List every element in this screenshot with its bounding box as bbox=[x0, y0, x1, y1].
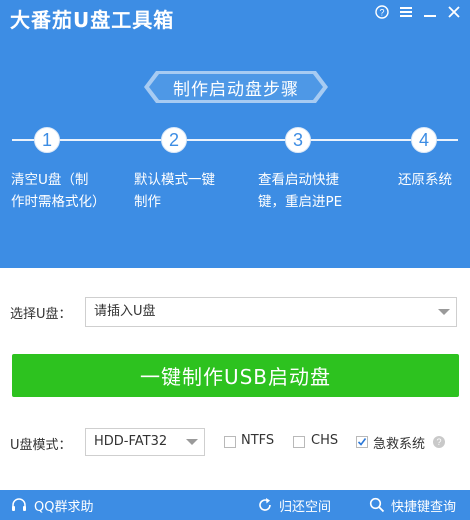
shortcut-query-label: 快捷键查询 bbox=[391, 499, 457, 515]
step-connector bbox=[12, 139, 34, 141]
menu-button[interactable] bbox=[396, 2, 416, 22]
step-2-number: 2 bbox=[161, 127, 187, 153]
usb-select[interactable]: 请插入U盘 bbox=[85, 297, 457, 327]
ntfs-label: NTFS bbox=[241, 433, 275, 448]
checkmark-icon bbox=[357, 438, 367, 446]
app-title: 大番茄U盘工具箱 bbox=[10, 8, 175, 32]
chs-label: CHS bbox=[311, 433, 339, 448]
restore-space-label: 归还空间 bbox=[279, 499, 332, 515]
mode-select-value: HDD-FAT32 bbox=[94, 434, 168, 449]
close-button[interactable] bbox=[444, 2, 464, 22]
header-panel: 大番茄U盘工具箱 ? 制作启动盘步骤 1 2 3 4 清空U盘（制 作时需格式化… bbox=[0, 0, 470, 268]
qq-help-link[interactable]: QQ群求助 bbox=[10, 490, 93, 520]
step-3-number: 3 bbox=[285, 127, 311, 153]
menu-icon bbox=[400, 7, 412, 17]
chs-checkbox[interactable] bbox=[293, 436, 305, 448]
shortcut-query-link[interactable]: 快捷键查询 bbox=[369, 490, 456, 520]
rescue-system-checkbox[interactable] bbox=[356, 436, 368, 448]
step-1-text: 清空U盘（制 作时需格式化） bbox=[11, 172, 106, 210]
footer-bar: QQ群求助 归还空间 快捷键查询 bbox=[0, 490, 470, 520]
make-usb-boot-button[interactable]: 一键制作USB启动盘 bbox=[12, 354, 459, 397]
step-connector bbox=[186, 139, 285, 141]
step-connector bbox=[436, 139, 458, 141]
help-icon[interactable]: ? bbox=[433, 436, 445, 448]
steps-banner-title: 制作启动盘步骤 bbox=[173, 79, 299, 100]
qq-help-label: QQ群求助 bbox=[34, 499, 94, 515]
ntfs-checkbox[interactable] bbox=[224, 436, 236, 448]
refresh-icon bbox=[259, 498, 271, 511]
step-1-number: 1 bbox=[34, 127, 60, 153]
search-icon bbox=[369, 497, 385, 513]
usb-select-label: 选择U盘： bbox=[10, 307, 72, 322]
chevron-down-icon bbox=[186, 429, 198, 455]
step-connector bbox=[59, 139, 161, 141]
mode-select[interactable]: HDD-FAT32 bbox=[85, 428, 205, 456]
help-button[interactable]: ? bbox=[372, 2, 392, 22]
step-4-number: 4 bbox=[411, 127, 437, 153]
help-icon: ? bbox=[375, 5, 389, 19]
window-controls: ? bbox=[372, 2, 464, 22]
step-4-text: 还原系统 bbox=[398, 172, 452, 188]
headset-icon bbox=[12, 498, 26, 511]
chevron-down-icon bbox=[438, 298, 450, 326]
close-icon bbox=[448, 6, 460, 18]
restore-space-link[interactable]: 归还空间 bbox=[257, 490, 331, 520]
rescue-system-label: 急救系统 bbox=[373, 437, 426, 452]
mode-label: U盘模式： bbox=[10, 438, 72, 453]
svg-text:?: ? bbox=[379, 8, 384, 18]
step-3-text: 查看启动快捷 键，重启进PE bbox=[258, 172, 343, 210]
minimize-button[interactable] bbox=[420, 2, 440, 22]
step-connector bbox=[310, 139, 411, 141]
usb-select-value: 请插入U盘 bbox=[94, 304, 156, 319]
minimize-icon bbox=[424, 15, 436, 17]
step-2-text: 默认模式一键 制作 bbox=[134, 172, 215, 210]
